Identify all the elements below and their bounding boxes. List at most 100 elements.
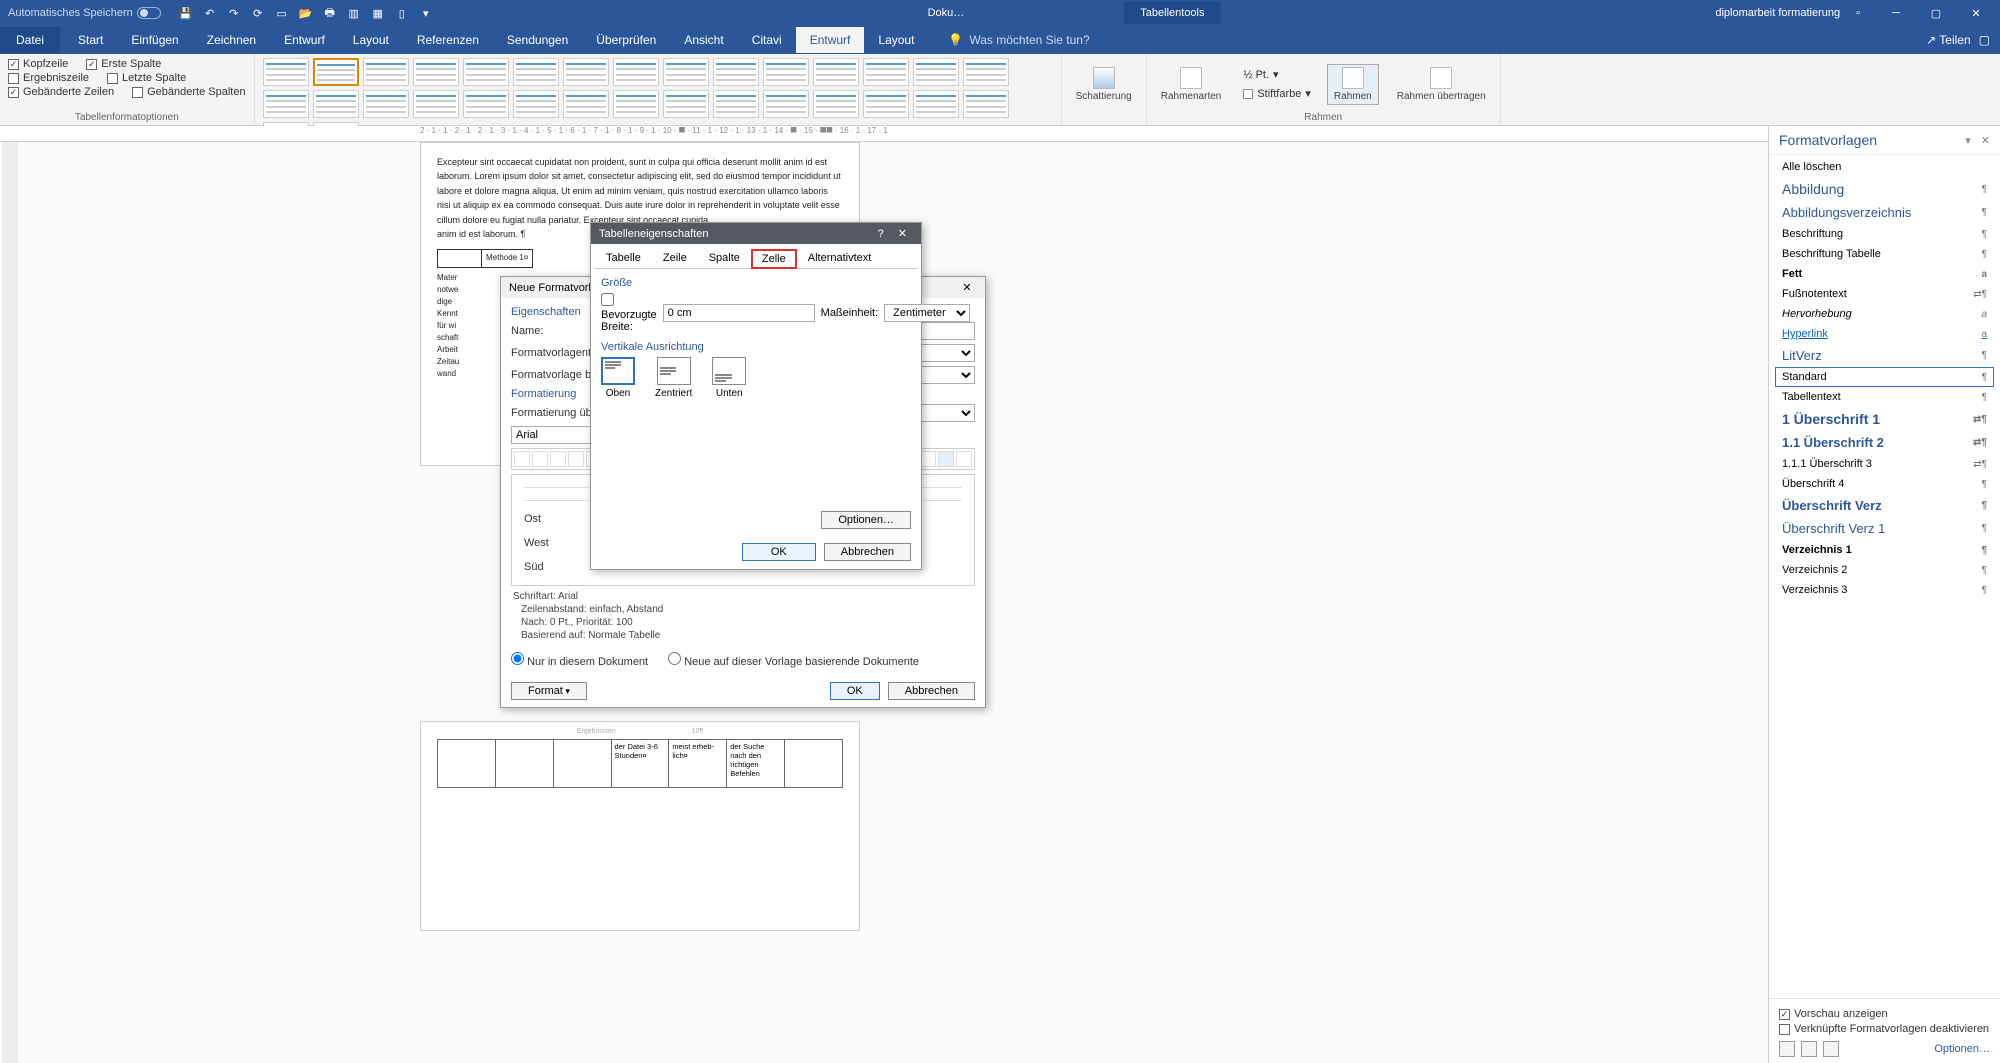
menu-references[interactable]: Referenzen (403, 27, 493, 53)
table-style-swatch[interactable] (663, 58, 709, 86)
style-item[interactable]: 1.1.1 Überschrift 3⇄¶ (1775, 454, 1994, 474)
styles-options-link[interactable]: Optionen… (1934, 1043, 1990, 1055)
menu-table-layout[interactable]: Layout (864, 27, 928, 53)
close-button[interactable]: ✕ (1956, 0, 1996, 26)
undo-icon[interactable]: ↶ (203, 6, 217, 20)
borders-button[interactable]: Rahmen (1327, 64, 1379, 105)
tp-ok-button[interactable]: OK (742, 543, 816, 561)
table-style-swatch[interactable] (363, 58, 409, 86)
tp-titlebar[interactable]: Tabelleneigenschaften ? ✕ (591, 223, 921, 244)
share-button[interactable]: ↗ Teilen (1926, 33, 1971, 47)
qat-more-icon[interactable]: ▾ (419, 6, 433, 20)
tp-close-button[interactable]: ✕ (892, 227, 913, 240)
tp-tab-column[interactable]: Spalte (698, 248, 751, 268)
valign-top[interactable]: Oben (601, 357, 635, 399)
style-item[interactable]: Verzeichnis 2¶ (1775, 560, 1994, 580)
table-style-swatch[interactable] (963, 58, 1009, 86)
table-style-swatch[interactable] (963, 90, 1009, 118)
table-style-swatch[interactable] (863, 90, 909, 118)
style-item[interactable]: Standard¶ (1775, 367, 1994, 387)
valign-bottom[interactable]: Unten (712, 357, 746, 399)
table-style-swatch[interactable] (613, 90, 659, 118)
vertical-ruler[interactable] (2, 142, 18, 1063)
pen-color[interactable]: Stiftfarbe ▾ (1239, 85, 1315, 102)
tp-options-button[interactable]: Optionen… (821, 511, 911, 529)
table-style-swatch[interactable] (413, 58, 459, 86)
chk-header-row[interactable]: ✓Kopfzeile (8, 58, 68, 70)
style-item[interactable]: Überschrift Verz¶ (1775, 494, 1994, 517)
blank-doc-icon[interactable]: ▯ (395, 6, 409, 20)
style-item[interactable]: Fußnotentext⇄¶ (1775, 284, 1994, 304)
style-item[interactable]: Fetta (1775, 264, 1994, 284)
color-toolbar[interactable] (917, 448, 975, 470)
tp-tab-table[interactable]: Tabelle (595, 248, 652, 268)
table-style-swatch[interactable] (263, 90, 309, 118)
style-item[interactable]: Beschriftung¶ (1775, 224, 1994, 244)
open-icon[interactable]: 📂 (299, 6, 313, 20)
horizontal-ruler[interactable]: 2 · 1 · 1 · 2 · 1 · 2 · 1 · 3 · 1 · 4 · … (0, 126, 1768, 142)
menu-design[interactable]: Entwurf (270, 27, 339, 53)
table-style-swatch[interactable] (663, 90, 709, 118)
document-table-2[interactable]: der Datei 3-6 Stunden¤ meist erheb-lich¤… (437, 739, 843, 788)
table-style-swatch[interactable] (913, 90, 959, 118)
table-style-swatch[interactable] (263, 58, 309, 86)
table-icon[interactable]: ▦ (371, 6, 385, 20)
menu-file[interactable]: Datei (0, 27, 60, 53)
manage-styles-button[interactable] (1823, 1041, 1839, 1057)
tp-tab-row[interactable]: Zeile (652, 248, 698, 268)
style-inspector-button[interactable] (1801, 1041, 1817, 1057)
menu-view[interactable]: Ansicht (670, 27, 737, 53)
table-style-swatch[interactable] (613, 58, 659, 86)
menu-table-design[interactable]: Entwurf (796, 27, 865, 53)
new-doc-icon[interactable]: ▭ (275, 6, 289, 20)
comments-icon[interactable]: ▢ (1979, 33, 1990, 47)
menu-layout[interactable]: Layout (339, 27, 403, 53)
style-item[interactable]: Tabellentext¶ (1775, 387, 1994, 407)
document-page-2[interactable]: Ergebnissen 10¶ der Datei 3-6 Stunden¤ m… (420, 721, 860, 931)
style-item[interactable]: Überschrift 4¶ (1775, 474, 1994, 494)
table-style-swatch[interactable] (463, 90, 509, 118)
table-style-swatch[interactable] (813, 90, 859, 118)
input-width[interactable] (663, 304, 815, 322)
table-style-swatch[interactable] (563, 58, 609, 86)
radio-this-doc[interactable]: Nur in diesem Dokument (511, 652, 648, 668)
table-style-swatch[interactable] (813, 58, 859, 86)
style-item[interactable]: Verzeichnis 1¶ (1775, 540, 1994, 560)
table-style-swatch[interactable] (413, 90, 459, 118)
border-painter-button[interactable]: Rahmen übertragen (1391, 65, 1492, 104)
document-table[interactable]: Methode 1¤ (437, 249, 533, 268)
save-icon[interactable]: 💾 (179, 6, 193, 20)
menu-start[interactable]: Start (64, 27, 117, 53)
menu-insert[interactable]: Einfügen (117, 27, 192, 53)
chk-banded-rows[interactable]: ✓Gebänderte Zeilen (8, 86, 114, 98)
new-style-cancel-button[interactable]: Abbrechen (888, 682, 975, 700)
table-style-swatch[interactable] (863, 58, 909, 86)
style-item[interactable]: Hervorhebunga (1775, 304, 1994, 324)
style-item[interactable]: 1.1 Überschrift 2⇄¶ (1775, 431, 1994, 454)
refresh-icon[interactable]: ⟳ (251, 6, 265, 20)
tp-tab-cell[interactable]: Zelle (751, 249, 797, 269)
styles-list[interactable]: Alle löschen Abbildung¶Abbildungsverzeic… (1769, 155, 2000, 998)
shading-button[interactable]: Schattierung (1070, 65, 1138, 104)
chk-total-row[interactable]: Ergebniszeile (8, 72, 89, 84)
menu-citavi[interactable]: Citavi (738, 27, 796, 53)
format-dropdown-button[interactable]: Format (511, 682, 587, 700)
style-item[interactable]: Hyperlinka (1775, 324, 1994, 344)
tp-tab-alttext[interactable]: Alternativtext (797, 248, 883, 268)
redo-icon[interactable]: ↷ (227, 6, 241, 20)
new-style-close-button[interactable]: ✕ (957, 281, 977, 294)
table-style-swatch[interactable] (763, 58, 809, 86)
table-style-swatch[interactable] (313, 58, 359, 86)
table-style-swatch[interactable] (363, 90, 409, 118)
table-style-swatch[interactable] (713, 58, 759, 86)
menu-draw[interactable]: Zeichnen (193, 27, 270, 53)
style-item[interactable]: Beschriftung Tabelle¶ (1775, 244, 1994, 264)
window-state-icon[interactable]: ▫ (1848, 7, 1868, 19)
valign-center[interactable]: Zentriert (655, 357, 692, 399)
style-item[interactable]: Abbildungsverzeichnis¶ (1775, 201, 1994, 224)
style-item[interactable]: Abbildung¶ (1775, 177, 1994, 201)
styles-close-icon[interactable]: ✕ (1981, 134, 1990, 147)
table-style-swatch[interactable] (913, 58, 959, 86)
table-style-swatch[interactable] (713, 90, 759, 118)
style-item[interactable]: Überschrift Verz 1¶ (1775, 517, 1994, 540)
